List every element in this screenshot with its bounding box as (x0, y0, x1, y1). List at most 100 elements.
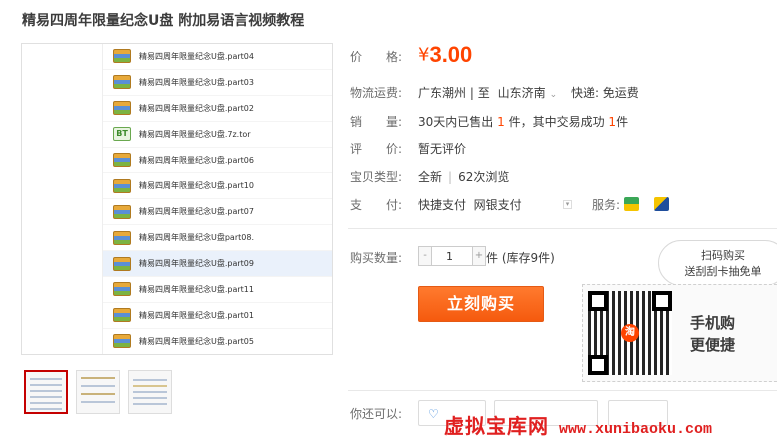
list-item[interactable]: 精易四周年限量纪念U盘.part03 (103, 70, 332, 96)
file-name: 精易四周年限量纪念U盘part08. (139, 233, 254, 243)
review-label: 评 价: (350, 142, 403, 156)
service-badge-icon[interactable] (624, 197, 639, 211)
archive-icon (113, 282, 131, 297)
watermark: 虚拟宝库网 www.xunibaoku.com (444, 410, 712, 439)
buy-now-button[interactable]: 立刻购买 (418, 286, 544, 322)
price-value: 3.00 (429, 42, 473, 67)
file-name: 精易四周年限量纪念U盘.part10 (139, 181, 254, 191)
archive-icon (113, 204, 131, 219)
price-label: 价 格: (350, 50, 403, 64)
qr-finder-bottom-left (588, 355, 608, 375)
file-name: 精易四周年限量纪念U盘.7z.tor (139, 129, 251, 139)
torrent-icon: BT (113, 127, 131, 142)
file-name: 精易四周年限量纪念U盘.part11 (139, 284, 254, 294)
taobao-logo-icon: 淘 (621, 324, 639, 342)
success-count: 1 (608, 115, 617, 129)
guarantee-badge-icon[interactable] (654, 197, 669, 211)
shipping-label: 物流运费: (350, 86, 403, 100)
archive-icon (113, 49, 131, 64)
product-title: 精易四周年限量纪念U盘 附加易语言视频教程 (22, 13, 305, 29)
quantity-decrease-button[interactable]: - (419, 247, 431, 265)
archive-icon (113, 178, 131, 193)
archive-icon (113, 308, 131, 323)
item-type-info: 全新 | 62次浏览 (418, 168, 509, 185)
list-item[interactable]: 精易四周年限量纪念U盘.part10 (103, 173, 332, 200)
qr-bubble-line1: 扫码购买 (701, 249, 745, 262)
list-item[interactable]: 精易四周年限量纪念U盘part08. (103, 225, 332, 252)
currency-symbol: ¥ (418, 44, 430, 66)
qr-bubble-line2: 送刮刮卡抽免单 (684, 265, 762, 278)
file-name: 精易四周年限量纪念U盘.part03 (139, 77, 254, 87)
archive-icon (113, 334, 131, 349)
shipping-info: 广东潮州 | 至 山东济南 ⌄ 快递: 免运费 (418, 84, 639, 101)
sales-label: 销 量: (350, 115, 403, 129)
ship-to-select[interactable]: 山东济南 ⌄ (498, 86, 558, 100)
section-divider-bottom (348, 390, 777, 391)
thumbnail-1[interactable] (24, 370, 68, 414)
sales-prefix: 30天内已售出 (418, 115, 494, 129)
price: ¥3.00 (418, 42, 472, 68)
archive-icon (113, 75, 131, 90)
file-name: 精易四周年限量纪念U盘.part02 (139, 103, 254, 113)
archive-icon (113, 230, 131, 245)
item-condition: 全新 (418, 170, 443, 184)
sold-count: 1 (497, 115, 505, 129)
quantity-stepper: - + (418, 246, 486, 266)
mobile-buy-text: 手机购 更便捷 (690, 312, 735, 356)
file-list: 精易四周年限量纪念U盘.part04 精易四周年限量纪念U盘.part03 精易四周… (102, 44, 332, 354)
qr-tooltip-bubble: 扫码购买 送刮刮卡抽免单 (658, 240, 777, 286)
ship-from: 广东潮州 (418, 86, 467, 100)
mobile-line1: 手机购 (690, 314, 736, 332)
main-product-image[interactable]: 精易四周年限量纪念U盘.part04 精易四周年限量纪念U盘.part03 精易四周… (21, 43, 333, 355)
file-name: 精易四周年限量纪念U盘.part05 (139, 336, 254, 346)
list-item[interactable]: BT 精易四周年限量纪念U盘.7z.tor (103, 122, 332, 148)
list-item[interactable]: 精易四周年限量纪念U盘.part01 (103, 303, 332, 329)
list-item[interactable]: 精易四周年限量纪念U盘.part05 (103, 329, 332, 354)
file-name: 精易四周年限量纪念U盘.part04 (139, 51, 254, 61)
thumbnail-3[interactable] (128, 370, 172, 414)
section-divider (348, 228, 777, 229)
archive-icon (113, 256, 131, 271)
file-name: 精易四周年限量纪念U盘.part01 (139, 310, 254, 320)
item-type-separator: | (448, 170, 453, 184)
thumbnail-2[interactable] (76, 370, 120, 414)
list-item[interactable]: 精易四周年限量纪念U盘.part09 (103, 251, 332, 278)
file-name: 精易四周年限量纪念U盘.part09 (139, 259, 254, 269)
watermark-url: www.xunibaoku.com (559, 421, 713, 438)
sales-info: 30天内已售出 1 件，其中交易成功 1件 (418, 113, 628, 130)
file-name: 精易四周年限量纪念U盘.part06 (139, 155, 254, 165)
qr-finder-top-right (652, 291, 672, 311)
list-item[interactable]: 精易四周年限量纪念U盘.part06 (103, 148, 332, 174)
thumbnail-strip (24, 370, 172, 414)
payment-methods: 快捷支付 网银支付 (418, 198, 522, 212)
quantity-increase-button[interactable]: + (473, 247, 485, 265)
archive-icon (113, 101, 131, 116)
service-label: 服务: (592, 198, 621, 212)
sales-unit2: 件 (616, 115, 629, 129)
also-can-label: 你还可以: (350, 407, 403, 421)
ship-separator: | (469, 86, 474, 100)
qr-finder-top-left (588, 291, 608, 311)
ship-to-word: 至 (477, 86, 490, 100)
watermark-text: 虚拟宝库网 (444, 414, 549, 438)
payment-dropdown-icon[interactable]: ▾ (563, 200, 572, 209)
list-item[interactable]: 精易四周年限量纪念U盘.part07 (103, 199, 332, 226)
review-value[interactable]: 暂无评价 (418, 140, 466, 157)
quantity-input[interactable] (431, 247, 473, 265)
stock-info: 件 (库存9件) (486, 251, 555, 265)
list-item[interactable]: 精易四周年限量纪念U盘.part02 (103, 96, 332, 122)
ship-to: 山东济南 (497, 86, 546, 100)
archive-icon (113, 153, 131, 167)
payment-label: 支 付: (350, 198, 403, 212)
list-item[interactable]: 精易四周年限量纪念U盘.part11 (103, 277, 332, 303)
quantity-label: 购买数量: (350, 251, 403, 265)
heart-icon: ♡ (428, 407, 439, 421)
file-name: 精易四周年限量纪念U盘.part07 (139, 207, 254, 217)
list-item[interactable]: 精易四周年限量纪念U盘.part04 (103, 44, 332, 70)
view-count: 62次浏览 (458, 170, 510, 184)
shipping-fee: 快递: 免运费 (570, 86, 639, 100)
mobile-line2: 更便捷 (690, 336, 736, 354)
sales-unit1: 件，其中交易成功 (508, 115, 605, 129)
chevron-down-icon: ⌄ (549, 90, 558, 100)
item-type-label: 宝贝类型: (350, 170, 403, 184)
